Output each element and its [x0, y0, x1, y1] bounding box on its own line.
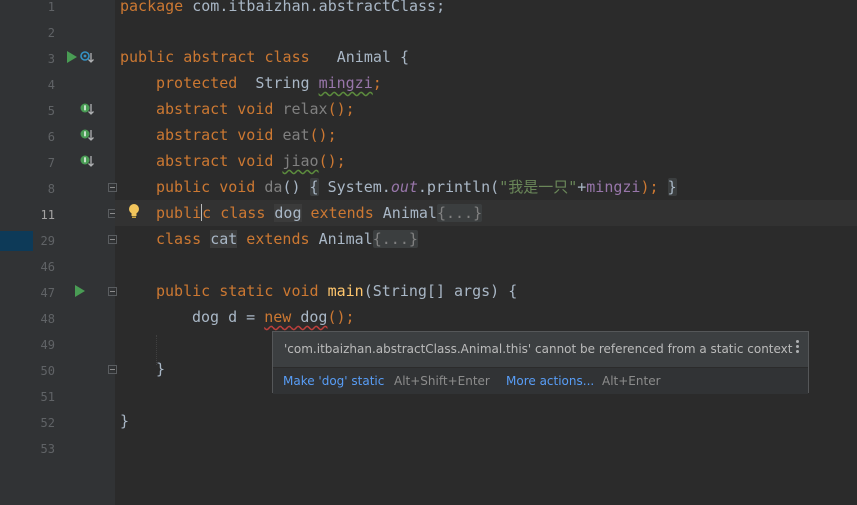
code-line-8: public void da() { System.out.println("我… — [156, 178, 677, 196]
line-number: 4 — [47, 78, 55, 92]
left-tool-strip — [0, 0, 33, 505]
code-line-4: protected String mingzi; — [156, 74, 382, 92]
make-static-action[interactable]: Make 'dog' static — [283, 374, 384, 388]
code-line-6: abstract void eat(); — [156, 126, 337, 144]
shortcut-hint: Alt+Shift+Enter — [394, 374, 490, 388]
implemented-icon[interactable] — [80, 154, 94, 168]
line-number: 51 — [40, 390, 55, 404]
lightbulb-icon[interactable] — [128, 203, 140, 219]
error-message: 'com.itbaizhan.abstractClass.Animal.this… — [284, 342, 793, 356]
quick-fix-actions: Make 'dog' static Alt+Shift+Enter More a… — [273, 367, 808, 394]
scroll-marker — [0, 231, 33, 251]
line-number: 50 — [40, 364, 55, 378]
run-icon[interactable] — [65, 50, 79, 64]
code-line-11: public class dog extends Animal{...} — [156, 204, 483, 222]
line-number: 7 — [47, 156, 55, 170]
error-tooltip-popup: 'com.itbaizhan.abstractClass.Animal.this… — [272, 331, 809, 394]
line-number: 52 — [40, 416, 55, 430]
code-line-47: public static void main(String[] args) { — [156, 282, 518, 300]
line-number: 11 — [40, 208, 55, 222]
code-line-3: public abstract class Animal { — [120, 48, 409, 66]
code-line-7: abstract void jiao(); — [156, 152, 346, 170]
line-number: 49 — [40, 338, 55, 352]
more-actions-link[interactable]: More actions... — [506, 374, 594, 388]
has-implementations-icon[interactable] — [80, 50, 94, 64]
code-line-29: class cat extends Animal{...} — [156, 230, 418, 248]
line-number: 2 — [47, 26, 55, 40]
code-editor[interactable]: package com.itbaizhan.abstractClass; pub… — [115, 0, 857, 505]
implemented-icon[interactable] — [80, 102, 94, 116]
line-number: 3 — [47, 52, 55, 66]
code-line-1: package com.itbaizhan.abstractClass; — [120, 0, 446, 15]
more-options-icon[interactable] — [794, 340, 800, 356]
run-main-icon[interactable] — [73, 284, 87, 298]
line-number: 29 — [40, 234, 55, 248]
editor-gutter: 1 2 3 4 5 6 7 8 11 29 46 47 48 49 50 51 … — [33, 0, 117, 505]
code-line-5: abstract void relax(); — [156, 100, 355, 118]
code-line-50: } — [156, 360, 166, 378]
line-number: 5 — [47, 104, 55, 118]
line-number: 53 — [40, 442, 55, 456]
line-number: 8 — [47, 182, 55, 196]
line-number: 47 — [40, 286, 55, 300]
line-number: 48 — [40, 312, 55, 326]
line-number: 6 — [47, 130, 55, 144]
shortcut-hint: Alt+Enter — [602, 374, 661, 388]
implemented-icon[interactable] — [80, 128, 94, 142]
line-number: 1 — [47, 0, 55, 14]
line-number: 46 — [40, 260, 55, 274]
code-line-48: dog d = new dog(); — [192, 308, 355, 326]
code-line-52: } — [120, 412, 130, 430]
